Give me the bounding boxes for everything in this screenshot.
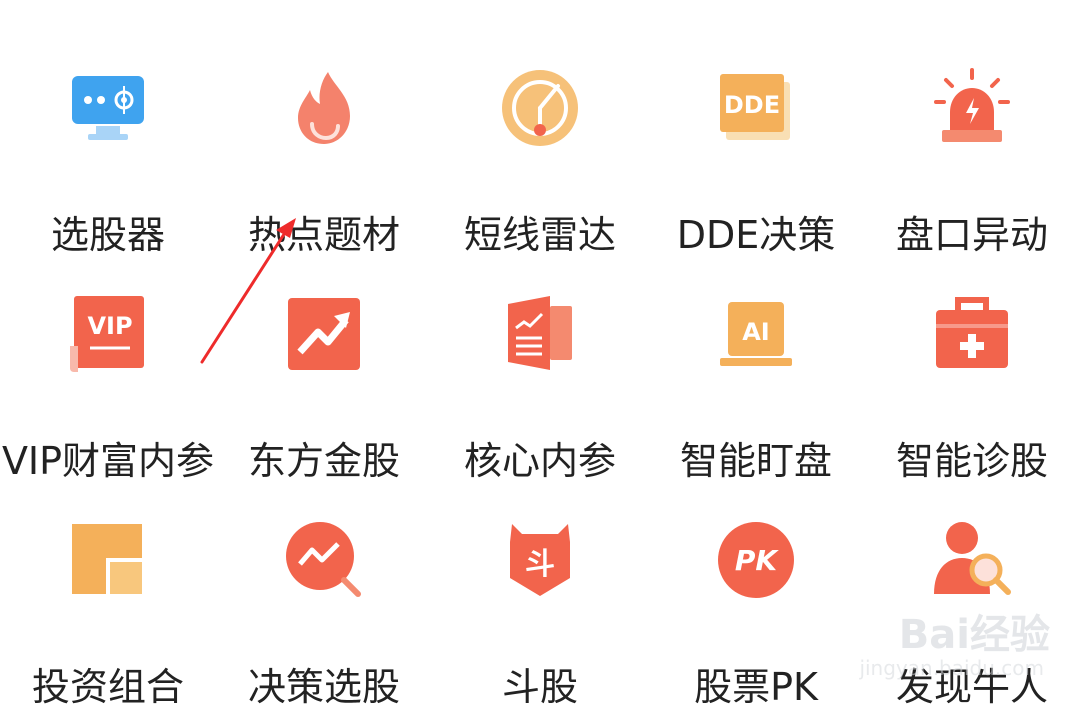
icon-text: DDE — [724, 91, 780, 119]
icon-text: AI — [742, 318, 770, 346]
medical-kit-icon — [932, 294, 1012, 374]
feature-label: 投资组合 — [31, 665, 184, 709]
book-chart-icon — [500, 294, 580, 374]
feature-label: 选股器 — [50, 213, 165, 257]
feature-label: 核心内参 — [463, 439, 616, 483]
feature-short-radar[interactable]: 短线雷达 — [432, 42, 648, 257]
person-search-icon — [932, 520, 1012, 600]
flame-icon — [284, 68, 364, 148]
dou-badge-icon: 斗 — [500, 520, 580, 600]
feature-stock-pk[interactable]: PK 股票PK — [648, 494, 864, 709]
icon-text: 斗 — [525, 547, 555, 582]
feature-hot-topics[interactable]: 热点题材 — [216, 42, 432, 257]
feature-label: 智能诊股 — [895, 439, 1048, 483]
icon-text: VIP — [87, 312, 132, 340]
feature-order-anomaly[interactable]: 盘口异动 — [864, 42, 1080, 257]
feature-dde-decision[interactable]: DDE DDE决策 — [648, 42, 864, 257]
feature-smart-watch[interactable]: AI 智能盯盘 — [648, 268, 864, 483]
feature-label: 决策选股 — [247, 665, 400, 709]
portfolio-blocks-icon — [68, 520, 148, 600]
feature-label: VIP财富内参 — [1, 439, 215, 483]
feature-discover-experts[interactable]: 发现牛人 — [864, 494, 1080, 709]
feature-label: 短线雷达 — [463, 213, 616, 257]
feature-decision-picks[interactable]: 决策选股 — [216, 494, 432, 709]
feature-east-gold-stock[interactable]: 东方金股 — [216, 268, 432, 483]
feature-label: 股票PK — [694, 665, 818, 709]
feature-label: 发现牛人 — [895, 665, 1048, 709]
feature-label: 热点题材 — [247, 213, 400, 257]
feature-core-insider[interactable]: 核心内参 — [432, 268, 648, 483]
ai-laptop-icon: AI — [716, 294, 796, 374]
pk-circle-icon: PK — [716, 520, 796, 600]
radar-icon — [500, 68, 580, 148]
feature-stock-screener[interactable]: 选股器 — [0, 42, 216, 257]
siren-alarm-icon — [932, 68, 1012, 148]
feature-smart-diagnosis[interactable]: 智能诊股 — [864, 268, 1080, 483]
feature-dou-stock[interactable]: 斗 斗股 — [432, 494, 648, 709]
feature-grid: 选股器 热点题材 短线雷达 DDE DDE决策 盘口异动 VIP VIP财富内参… — [0, 0, 1080, 709]
feature-label: 智能盯盘 — [679, 439, 832, 483]
chart-magnifier-icon — [284, 520, 364, 600]
feature-label: 斗股 — [501, 665, 578, 709]
feature-vip-insider[interactable]: VIP VIP财富内参 — [0, 268, 216, 483]
feature-label: 盘口异动 — [895, 213, 1048, 257]
icon-text: PK — [735, 544, 780, 577]
feature-label: 东方金股 — [247, 439, 400, 483]
dde-document-icon: DDE — [716, 68, 796, 148]
monitor-screener-icon — [68, 68, 148, 148]
trend-up-icon — [284, 294, 364, 374]
vip-document-icon: VIP — [68, 294, 148, 374]
feature-label: DDE决策 — [676, 213, 836, 257]
feature-portfolio[interactable]: 投资组合 — [0, 494, 216, 709]
